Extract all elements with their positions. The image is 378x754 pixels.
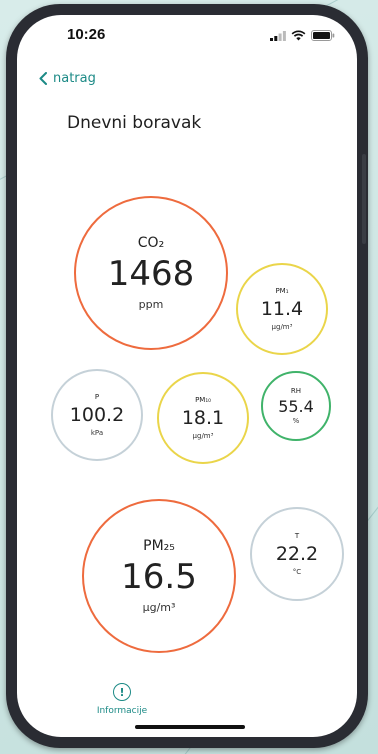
temperature-label: T (294, 532, 300, 541)
home-indicator (135, 725, 245, 729)
pm10-value: 18.1 (181, 407, 225, 430)
pm25-label: PM₂₅ (143, 538, 175, 555)
pm1-unit: µg/m³ (271, 322, 293, 331)
info-label: Informacije (96, 706, 148, 716)
info-button[interactable]: ! Informacije (87, 683, 157, 716)
back-label: natrag (53, 71, 96, 86)
co2-label: CO₂ (137, 235, 165, 252)
status-time: 10:26 (67, 26, 106, 43)
app-screen: 10:26 natrag Dnevni boravak CO₂ 1468 ppm… (17, 15, 357, 737)
wifi-icon (291, 30, 306, 41)
chevron-left-icon (39, 72, 47, 85)
pm25-value: 16.5 (121, 557, 197, 598)
back-button[interactable]: natrag (39, 71, 96, 86)
co2-unit: ppm (138, 297, 164, 311)
pm10-unit: µg/m³ (192, 431, 214, 440)
rh-metric-bubble[interactable]: RH 55.4 % (261, 371, 331, 441)
co2-metric-bubble[interactable]: CO₂ 1468 ppm (74, 196, 228, 350)
signal-icon (270, 30, 286, 41)
pm1-value: 11.4 (260, 298, 304, 321)
pressure-value: 100.2 (69, 404, 125, 427)
rh-label: RH (290, 386, 302, 395)
co2-value: 1468 (107, 254, 195, 295)
pm1-metric-bubble[interactable]: PM₁ 11.4 µg/m³ (236, 263, 328, 355)
status-bar: 10:26 (17, 15, 357, 59)
background: 10:26 natrag Dnevni boravak CO₂ 1468 ppm… (0, 0, 378, 754)
status-icons (270, 30, 335, 41)
pm25-unit: µg/m³ (142, 600, 176, 614)
pm10-label: PM₁₀ (195, 396, 211, 405)
temperature-value: 22.2 (275, 543, 319, 566)
rh-value: 55.4 (278, 396, 314, 416)
temperature-unit: °C (292, 567, 302, 576)
pm1-label: PM₁ (275, 287, 289, 296)
pressure-metric-bubble[interactable]: P 100.2 kPa (51, 369, 143, 461)
room-title: Dnevni boravak (67, 113, 202, 133)
rh-unit: % (292, 417, 300, 426)
battery-icon (311, 30, 335, 41)
pressure-label: P (94, 393, 100, 402)
info-icon: ! (113, 683, 131, 701)
phone-frame: 10:26 natrag Dnevni boravak CO₂ 1468 ppm… (6, 4, 368, 748)
phone-side-button (362, 154, 366, 244)
pm25-metric-bubble[interactable]: PM₂₅ 16.5 µg/m³ (82, 499, 236, 653)
temperature-metric-bubble[interactable]: T 22.2 °C (250, 507, 344, 601)
pressure-unit: kPa (90, 428, 104, 437)
pm10-metric-bubble[interactable]: PM₁₀ 18.1 µg/m³ (157, 372, 249, 464)
